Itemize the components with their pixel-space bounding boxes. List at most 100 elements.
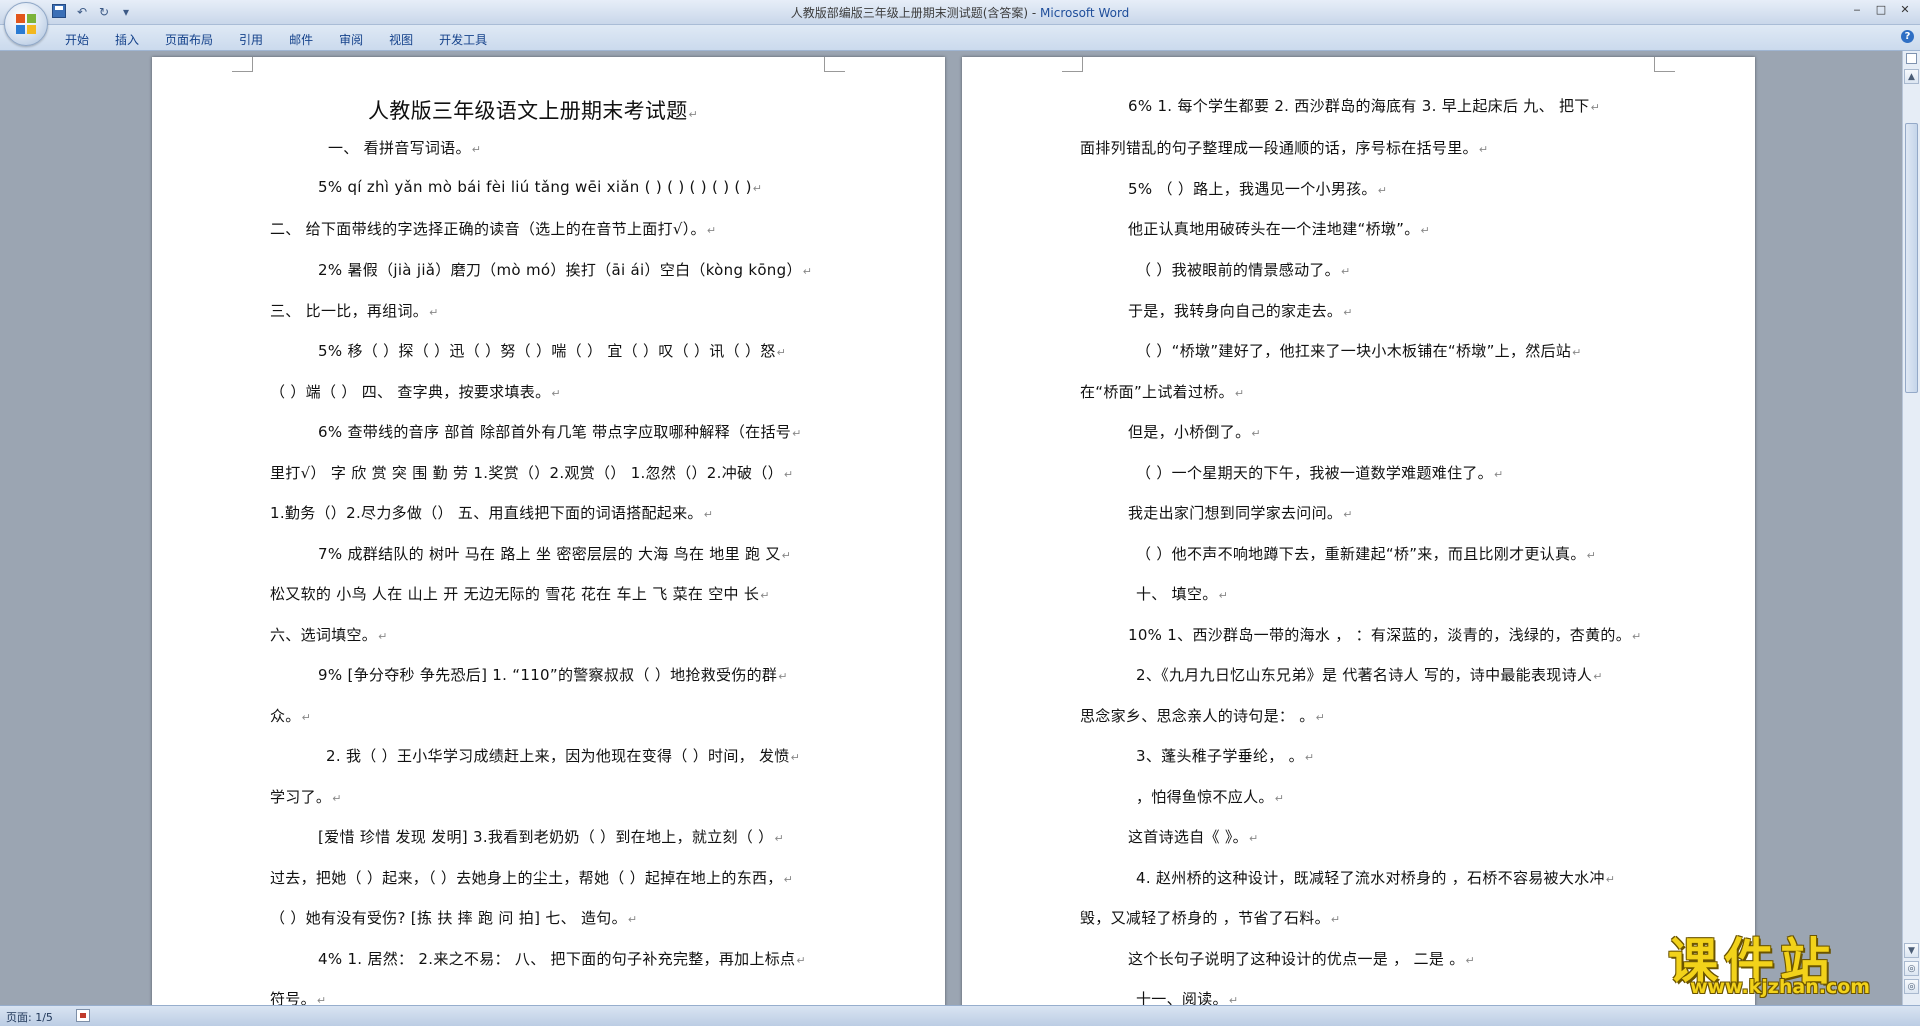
close-button[interactable]: ✕ xyxy=(1894,2,1916,18)
scroll-up-button[interactable]: ▲ xyxy=(1904,69,1919,84)
paragraph-text: ，怕得鱼惊不应人。 xyxy=(1136,788,1274,806)
paragraph-line[interactable]: 6% 1. 每个学生都要 2. 西沙群岛的海底有 3. 早上起床后 九、 把下↵ xyxy=(1128,95,1600,116)
paragraph-line[interactable]: 3、蓬头稚子学垂纶， 。↵ xyxy=(1136,745,1314,766)
paragraph-line[interactable]: 这首诗选自《 》。↵ xyxy=(1128,826,1259,847)
paragraph-text: 里打√） 字 欣 赏 突 围 勤 劳 1.奖赏（）2.观赏（） 1.忽然（）2.… xyxy=(270,464,783,482)
vertical-scrollbar[interactable]: ▲ ▼ ◎ ◎ xyxy=(1902,51,1920,1005)
maximize-button[interactable]: □ xyxy=(1870,2,1892,18)
watermark-url: www.kjzhan.com xyxy=(1690,976,1871,998)
paragraph-mark-icon: ↵ xyxy=(1632,630,1642,643)
paragraph-line[interactable]: 他正认真地用破砖头在一个洼地建“桥墩”。↵ xyxy=(1128,218,1430,239)
page-count-status[interactable]: 页面: 1/5 xyxy=(6,1009,53,1025)
paragraph-line[interactable]: 9% [争分夺秒 争先恐后] 1. “110”的警察叔叔（ ）地抢救受伤的群↵ xyxy=(318,664,788,685)
paragraph-mark-icon: ↵ xyxy=(1315,711,1326,724)
paragraph-line[interactable]: [爱惜 珍惜 发现 发明] 3.我看到老奶奶（ ）到在地上，就立刻（ ）↵ xyxy=(318,826,784,847)
help-icon[interactable]: ? xyxy=(1901,30,1914,43)
window-controls: ‒ □ ✕ xyxy=(1846,2,1916,18)
paragraph-line[interactable]: 松又软的 小鸟 人在 山上 开 无边无际的 雪花 花在 车上 飞 菜在 空中 长… xyxy=(270,583,770,604)
paragraph-line[interactable]: 5% （ ）路上，我遇见一个小男孩。↵ xyxy=(1128,178,1387,199)
paragraph-line[interactable]: （ ）一个星期天的下午，我被一道数学难题难住了。↵ xyxy=(1136,462,1504,483)
document-page-left[interactable]: 人教版三年级语文上册期末考试题↵ 一、 看拼音写词语。↵ 5% qí zhì yǎn… xyxy=(152,57,945,1005)
paragraph-line[interactable]: 10% 1、西沙群岛一带的海水 ， ：有深蓝的，淡青的，浅绿的，杏黄的。↵ xyxy=(1128,624,1642,645)
paragraph-line[interactable]: （ ）他不声不响地蹲下去，重新建起“桥”来，而且比刚才更认真。↵ xyxy=(1136,543,1596,564)
tab-insert[interactable]: 插入 xyxy=(102,29,152,50)
paragraph-line[interactable]: 过去，把她（ ）起来，（ ）去她身上的尘土，帮她（ ）起掉在地上的东西，↵ xyxy=(270,867,793,888)
tab-view[interactable]: 视图 xyxy=(376,29,426,50)
paragraph-line[interactable]: 众。↵ xyxy=(270,705,311,726)
paragraph-line[interactable]: 5% qí zhì yǎn mò bái fèi liú tǎng wēi xi… xyxy=(318,178,762,196)
paragraph-mark-icon: ↵ xyxy=(627,913,638,926)
paragraph-mark-icon: ↵ xyxy=(471,143,482,156)
paragraph-line[interactable]: （ ）“桥墩”建好了，他扛来了一块小木板铺在“桥墩”上，然后站↵ xyxy=(1136,340,1582,361)
paragraph-mark-icon: ↵ xyxy=(1330,913,1341,926)
paragraph-mark-icon: ↵ xyxy=(1465,954,1476,967)
paragraph-mark-icon: ↵ xyxy=(776,346,787,359)
paragraph-line[interactable]: （ ）她有没有受伤? [拣 扶 摔 跑 问 拍] 七、 造句。↵ xyxy=(270,907,637,928)
paragraph-mark-icon: ↵ xyxy=(706,224,717,237)
paragraph-line[interactable]: 一、 看拼音写词语。↵ xyxy=(328,137,481,158)
paragraph-text: 毁，又减轻了桥身的 ，节省了石料。 xyxy=(1080,909,1330,927)
paragraph-text: （ ）我被眼前的情景感动了。 xyxy=(1136,261,1340,279)
paragraph-mark-icon: ↵ xyxy=(783,873,794,886)
paragraph-mark-icon: ↵ xyxy=(1234,387,1245,400)
paragraph-line[interactable]: （ ）我被眼前的情景感动了。↵ xyxy=(1136,259,1351,280)
paragraph-line[interactable]: 在“桥面”上试着过桥。↵ xyxy=(1080,381,1244,402)
paragraph-line[interactable]: ，怕得鱼惊不应人。↵ xyxy=(1136,786,1284,807)
tab-home[interactable]: 开始 xyxy=(52,29,102,50)
document-title[interactable]: 人教版三年级语文上册期末考试题↵ xyxy=(368,95,698,125)
window-title: 人教版部编版三年级上册期末测试题(含答案) - Microsoft Word xyxy=(0,4,1920,21)
paragraph-line[interactable]: 六、选词填空。↵ xyxy=(270,624,388,645)
macro-record-icon[interactable] xyxy=(76,1009,90,1022)
paragraph-line[interactable]: 5% 移（ ）探（ ）迅（ ）努（ ）喘（ ） 宜（ ）叹（ ）讯（ ）怒↵ xyxy=(318,340,786,361)
scroll-thumb[interactable] xyxy=(1905,123,1918,393)
paragraph-mark-icon: ↵ xyxy=(760,589,770,602)
paragraph-text: 1.勤务（）2.尽力多做（） 五、用直线把下面的词语搭配起来。 xyxy=(270,504,703,522)
paragraph-line[interactable]: 符号。↵ xyxy=(270,988,326,1005)
paragraph-mark-icon: ↵ xyxy=(1228,994,1239,1005)
paragraph-text: 4% 1. 居然： 2.来之不易： 八、 把下面的句子补充完整，再加上标点 xyxy=(318,950,796,968)
paragraph-line[interactable]: 2. 我（ ）王小华学习成绩赶上来，因为他现在变得（ ）时间， 发愤↵ xyxy=(326,745,800,766)
paragraph-text: 这个长句子说明了这种设计的优点一是 ， 二是 。 xyxy=(1128,950,1465,968)
tab-review[interactable]: 审阅 xyxy=(326,29,376,50)
tab-mailings[interactable]: 邮件 xyxy=(276,29,326,50)
paragraph-line[interactable]: 十、 填空。↵ xyxy=(1136,583,1228,604)
paragraph-line[interactable]: 学习了。↵ xyxy=(270,786,342,807)
paragraph-text: （ ）他不声不响地蹲下去，重新建起“桥”来，而且比刚才更认真。 xyxy=(1136,545,1586,563)
office-button[interactable] xyxy=(4,2,48,46)
paragraph-line[interactable]: 面排列错乱的句子整理成一段通顺的话，序号标在括号里。↵ xyxy=(1080,137,1488,158)
paragraph-mark-icon: ↵ xyxy=(1304,751,1315,764)
paragraph-line[interactable]: 思念家乡、思念亲人的诗句是： 。↵ xyxy=(1080,705,1325,726)
paragraph-text: 4. 赵州桥的这种设计，既减轻了流水对桥身的 ，石桥不容易被大水冲 xyxy=(1136,869,1605,887)
paragraph-text: 学习了。 xyxy=(270,788,332,806)
paragraph-text: （ ）一个星期天的下午，我被一道数学难题难住了。 xyxy=(1136,464,1493,482)
paragraph-text: 面排列错乱的句子整理成一段通顺的话，序号标在括号里。 xyxy=(1080,139,1478,157)
paragraph-line[interactable]: 十一、阅读。↵ xyxy=(1136,988,1238,1005)
minimize-button[interactable]: ‒ xyxy=(1846,2,1868,18)
paragraph-text: 2、《九月九日忆山东兄弟》是 代著名诗人 写的，诗中最能表现诗人 xyxy=(1136,666,1593,684)
paragraph-line[interactable]: 二、 给下面带线的字选择正确的读音（选上的在音节上面打√）。↵ xyxy=(270,218,716,239)
paragraph-line[interactable]: 但是，小桥倒了。↵ xyxy=(1128,421,1261,442)
paragraph-line[interactable]: 三、 比一比，再组词。↵ xyxy=(270,300,439,321)
paragraph-line[interactable]: 1.勤务（）2.尽力多做（） 五、用直线把下面的词语搭配起来。↵ xyxy=(270,502,713,523)
paragraph-line[interactable]: 4. 赵州桥的这种设计，既减轻了流水对桥身的 ，石桥不容易被大水冲↵ xyxy=(1136,867,1615,888)
tab-page-layout[interactable]: 页面布局 xyxy=(152,29,226,50)
paragraph-line[interactable]: （ ）端（ ） 四、 查字典，按要求填表。↵ xyxy=(270,381,561,402)
paragraph-line[interactable]: 这个长句子说明了这种设计的优点一是 ， 二是 。↵ xyxy=(1128,948,1475,969)
document-page-right[interactable]: 6% 1. 每个学生都要 2. 西沙群岛的海底有 3. 早上起床后 九、 把下↵… xyxy=(962,57,1755,1005)
document-area[interactable]: 人教版三年级语文上册期末考试题↵ 一、 看拼音写词语。↵ 5% qí zhì yǎn… xyxy=(0,51,1903,1005)
tab-developer[interactable]: 开发工具 xyxy=(426,29,500,50)
paragraph-line[interactable]: 于是，我转身向自己的家走去。↵ xyxy=(1128,300,1353,321)
tab-references[interactable]: 引用 xyxy=(226,29,276,50)
paragraph-line[interactable]: 6% 查带线的音序 部首 除部首外有几笔 带点字应取哪种解释（在括号↵ xyxy=(318,421,802,442)
paragraph-line[interactable]: 4% 1. 居然： 2.来之不易： 八、 把下面的句子补充完整，再加上标点↵ xyxy=(318,948,806,969)
paragraph-text: （ ）端（ ） 四、 查字典，按要求填表。 xyxy=(270,383,551,401)
paragraph-line[interactable]: 毁，又减轻了桥身的 ，节省了石料。↵ xyxy=(1080,907,1340,928)
paragraph-line[interactable]: 2、《九月九日忆山东兄弟》是 代著名诗人 写的，诗中最能表现诗人↵ xyxy=(1136,664,1603,685)
view-ruler-button[interactable] xyxy=(1906,53,1917,64)
paragraph-line[interactable]: 7% 成群结队的 树叶 马在 路上 坐 密密层层的 大海 鸟在 地里 跑 又↵ xyxy=(318,543,791,564)
paragraph-text: 一、 看拼音写词语。 xyxy=(328,139,471,157)
margin-corner-mark xyxy=(232,57,253,72)
paragraph-line[interactable]: 我走出家门想到同学家去问问。↵ xyxy=(1128,502,1353,523)
paragraph-line[interactable]: 2% 暑假（jià jiǎ）磨刀（mò mó）挨打（āi ái）空白（kòng … xyxy=(318,259,812,280)
paragraph-line[interactable]: 里打√） 字 欣 赏 突 围 勤 劳 1.奖赏（）2.观赏（） 1.忽然（）2.… xyxy=(270,462,793,483)
